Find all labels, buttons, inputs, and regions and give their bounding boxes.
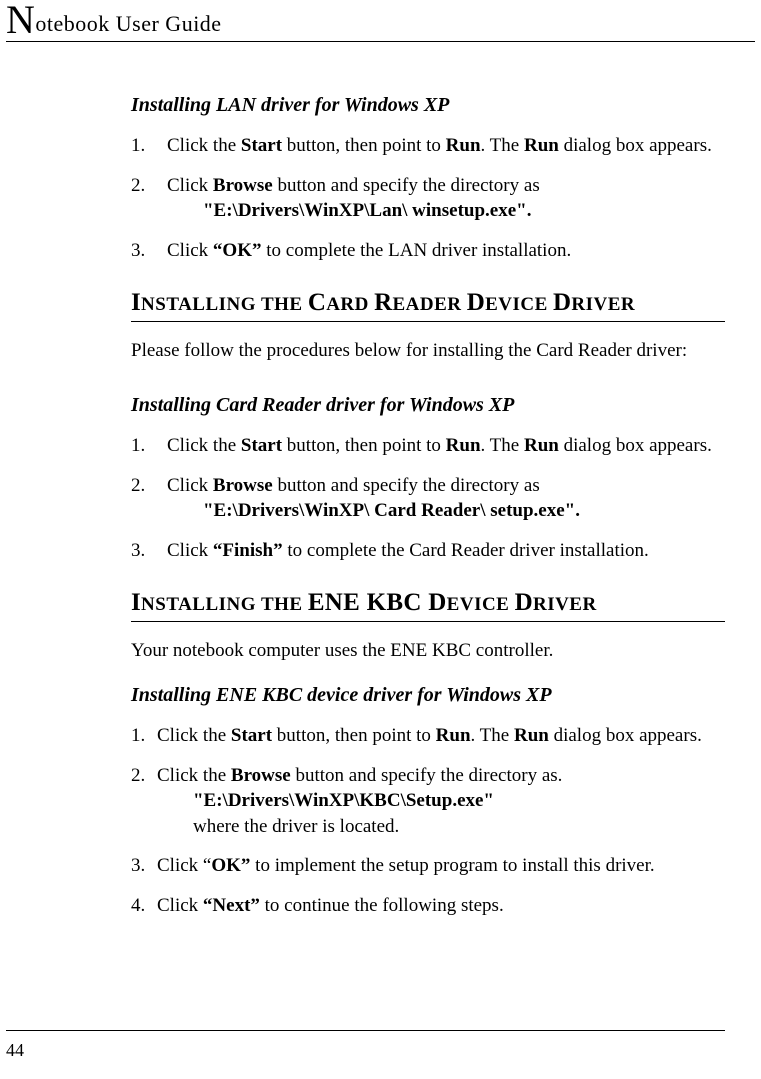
- subhead-enekbc: Installing ENE KBC device driver for Win…: [131, 682, 725, 709]
- step-number: 2.: [131, 763, 145, 789]
- intro-enekbc: Your notebook computer uses the ENE KBC …: [131, 638, 725, 664]
- step-text: Click “OK” to complete the LAN driver in…: [167, 240, 571, 261]
- step-number: 4.: [131, 893, 145, 919]
- step-item: 2. Click Browse button and specify the d…: [131, 473, 725, 524]
- subhead-cardreader: Installing Card Reader driver for Window…: [131, 392, 725, 419]
- step-number: 1.: [131, 433, 145, 459]
- step-number: 2.: [131, 173, 145, 199]
- step-text: Click the Start button, then point to Ru…: [167, 435, 712, 456]
- steps-cardreader: 1. Click the Start button, then point to…: [131, 433, 725, 564]
- section-title-cardreader: INSTALLING THE CARD READER DEVICE DRIVER: [131, 286, 725, 323]
- step-text: Click “OK” to implement the setup progra…: [157, 855, 655, 876]
- step-item: 2. Click the Browse button and specify t…: [131, 763, 725, 840]
- intro-cardreader: Please follow the procedures below for i…: [131, 338, 725, 364]
- step-item: 3. Click “OK” to implement the setup pro…: [131, 853, 725, 879]
- step-text: Click Browse button and specify the dire…: [167, 475, 540, 496]
- steps-lan: 1. Click the Start button, then point to…: [131, 133, 725, 264]
- subhead-lan: Installing LAN driver for Windows XP: [131, 92, 725, 119]
- page-content: Installing LAN driver for Windows XP 1. …: [131, 42, 725, 919]
- step-item: 3. Click “OK” to complete the LAN driver…: [131, 238, 725, 264]
- step-path: "E:\Drivers\WinXP\KBC\Setup.exe": [157, 788, 725, 814]
- step-text: Click “Finish” to complete the Card Read…: [167, 540, 649, 561]
- step-number: 3.: [131, 538, 145, 564]
- step-item: 1. Click the Start button, then point to…: [131, 433, 725, 459]
- step-item: 1. Click the Start button, then point to…: [131, 723, 725, 749]
- step-tail: where the driver is located.: [157, 814, 725, 840]
- steps-enekbc: 1. Click the Start button, then point to…: [131, 723, 725, 919]
- page-number: 44: [6, 1040, 24, 1061]
- step-text: Click the Start button, then point to Ru…: [167, 135, 712, 156]
- step-text: Click the Browse button and specify the …: [157, 765, 562, 786]
- step-item: 1. Click the Start button, then point to…: [131, 133, 725, 159]
- step-number: 1.: [131, 723, 145, 749]
- step-number: 3.: [131, 853, 145, 879]
- step-item: 2. Click Browse button and specify the d…: [131, 173, 725, 224]
- step-path: "E:\Drivers\WinXP\Lan\ winsetup.exe".: [167, 198, 725, 224]
- section-title-enekbc: INSTALLING THE ENE KBC DEVICE DRIVER: [131, 586, 725, 623]
- step-path: "E:\Drivers\WinXP\ Card Reader\ setup.ex…: [167, 498, 725, 524]
- step-number: 1.: [131, 133, 145, 159]
- running-header-text: otebook User Guide: [35, 11, 221, 36]
- step-text: Click “Next” to continue the following s…: [157, 895, 504, 916]
- step-number: 2.: [131, 473, 145, 499]
- step-item: 3. Click “Finish” to complete the Card R…: [131, 538, 725, 564]
- step-item: 4. Click “Next” to continue the followin…: [131, 893, 725, 919]
- step-text: Click Browse button and specify the dire…: [167, 175, 540, 196]
- running-header: Notebook User Guide: [6, 0, 725, 37]
- step-number: 3.: [131, 238, 145, 264]
- bottom-rule: [6, 1030, 725, 1031]
- step-text: Click the Start button, then point to Ru…: [157, 725, 702, 746]
